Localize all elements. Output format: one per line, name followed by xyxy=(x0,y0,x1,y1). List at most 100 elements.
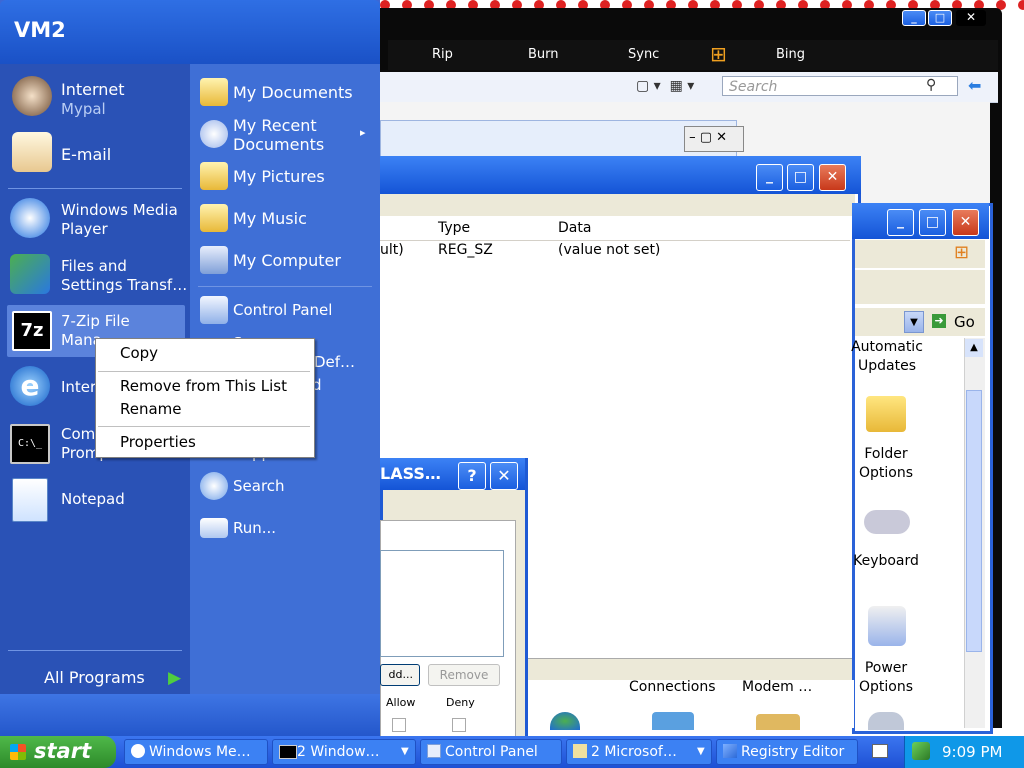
item-label[interactable]: Connections xyxy=(629,679,716,695)
recent-windows-media-player[interactable]: Windows Media Player xyxy=(0,192,190,244)
right-item-label: My Pictures xyxy=(233,167,325,186)
my-music[interactable]: My Music xyxy=(190,200,380,238)
add-button[interactable]: dd... xyxy=(380,664,420,686)
scroll-thumb[interactable] xyxy=(966,390,982,652)
control-panel-icon xyxy=(427,744,441,758)
recent-label: 7-Zip File xyxy=(61,312,130,330)
allow-checkbox[interactable] xyxy=(392,718,406,732)
deny-header: Deny xyxy=(446,696,475,709)
quick-launch-icon[interactable] xyxy=(872,744,888,758)
transfer-icon xyxy=(10,254,50,294)
right-item-label: Documents xyxy=(233,135,325,154)
maximize-button[interactable]: □ xyxy=(787,164,814,191)
right-item-label: Run... xyxy=(233,519,277,537)
back-arrow-icon[interactable]: ⬅ xyxy=(968,76,981,95)
go-button[interactable]: Go xyxy=(954,313,975,331)
taskbar-button-windows-group[interactable]: 2 Window… ▼ xyxy=(272,739,416,765)
run-link[interactable]: Run... xyxy=(190,512,380,548)
search-icon[interactable]: ⚲ xyxy=(926,77,936,93)
registry-editor-icon xyxy=(723,744,737,758)
menu-item-copy[interactable]: Copy xyxy=(120,344,158,362)
close-button[interactable]: ✕ xyxy=(490,462,518,490)
recent-documents-icon xyxy=(200,120,228,148)
my-recent-documents[interactable]: My Recent Documents ▸ xyxy=(190,114,380,158)
nav-burn[interactable]: Burn xyxy=(528,47,559,62)
network-tray-icon[interactable] xyxy=(912,742,930,760)
clock[interactable]: 9:09 PM xyxy=(942,743,1002,761)
nav-rip[interactable]: Rip xyxy=(432,47,453,62)
registry-value-name: ult) xyxy=(380,242,404,258)
scroll-up-button[interactable]: ▲ xyxy=(965,339,983,357)
registry-row[interactable]: ult) REG_SZ (value not set) xyxy=(380,242,850,262)
my-computer[interactable]: My Computer xyxy=(190,242,380,280)
control-panel-item[interactable]: Automatic Updates xyxy=(847,338,927,376)
taskbar-button-control-panel[interactable]: Control Panel xyxy=(420,739,562,765)
chevron-down-icon: ▼ xyxy=(401,746,409,757)
search-input[interactable]: Search xyxy=(722,76,958,96)
close-button[interactable]: ✕ xyxy=(952,209,979,236)
raccoon-browser-icon xyxy=(12,76,52,116)
menu-item-properties[interactable]: Properties xyxy=(120,433,196,451)
recent-notepad[interactable]: Notepad xyxy=(0,474,190,526)
nav-sync[interactable]: Sync xyxy=(628,47,659,62)
recent-label: Settings Transf… xyxy=(61,276,188,294)
remove-button[interactable]: Remove xyxy=(428,664,500,686)
separator xyxy=(8,650,182,651)
registry-value-data: (value not set) xyxy=(558,242,661,258)
media-player-nav: Rip Burn Sync ⊞ Bing xyxy=(388,40,998,70)
maximize-button[interactable]: □ xyxy=(919,209,946,236)
help-button[interactable]: ? xyxy=(458,462,486,490)
control-panel-item[interactable]: Power Options xyxy=(846,659,926,697)
registry-menubar xyxy=(380,194,855,216)
control-panel-item[interactable]: Keyboard xyxy=(846,552,926,571)
minimize-button[interactable]: _ xyxy=(756,164,783,191)
column-type[interactable]: Type xyxy=(438,220,470,236)
pinned-email[interactable]: E-mail xyxy=(0,128,190,180)
close-button[interactable]: ✕ xyxy=(819,164,846,191)
chevron-down-icon[interactable]: ▼ xyxy=(904,311,924,333)
menu-item-rename[interactable]: Rename xyxy=(120,400,182,418)
column-data[interactable]: Data xyxy=(558,220,591,236)
nav-bing[interactable]: Bing xyxy=(776,47,805,62)
maximize-button[interactable]: □ xyxy=(928,10,952,26)
all-programs-button[interactable]: All Programs ▶ xyxy=(44,666,184,690)
my-pictures[interactable]: My Pictures xyxy=(190,158,380,196)
my-documents[interactable]: My Documents xyxy=(190,74,380,112)
dialog-title: LASS… xyxy=(380,464,441,483)
user-list[interactable] xyxy=(380,550,504,657)
search-link[interactable]: Search xyxy=(190,470,380,506)
recent-label: Notepad xyxy=(61,490,125,508)
pinned-internet[interactable]: Internet Mypal xyxy=(0,70,190,122)
minimize-button[interactable]: _ xyxy=(887,209,914,236)
taskbar-button-media-player[interactable]: Windows Me… xyxy=(124,739,268,765)
view-options-icon[interactable]: ▢ ▾ ▦ ▾ xyxy=(636,78,694,94)
control-panel-link[interactable]: Control Panel xyxy=(190,292,380,328)
item-label: Automatic xyxy=(851,339,923,355)
taskbar-label: 2 Window… xyxy=(297,744,380,760)
chevron-down-icon: ▼ xyxy=(697,746,705,757)
go-arrow-icon[interactable]: ➜ xyxy=(932,314,946,328)
taskbar-button-microsoft-group[interactable]: 2 Microsof… ▼ xyxy=(566,739,712,765)
folder-documents-icon xyxy=(200,78,228,106)
menu-item-remove[interactable]: Remove from This List xyxy=(120,377,287,395)
recent-files-settings-transfer[interactable]: Files and Settings Transf… xyxy=(0,248,190,300)
registry-value-type: REG_SZ xyxy=(438,242,493,258)
folder-options-icon xyxy=(866,396,906,432)
background-window-controls[interactable]: – ▢ ✕ xyxy=(684,126,744,152)
start-button[interactable]: start xyxy=(0,736,116,768)
taskbar-button-registry-editor[interactable]: Registry Editor xyxy=(716,739,858,765)
close-button[interactable]: ✕ xyxy=(956,10,986,26)
all-programs-label: All Programs xyxy=(44,668,145,687)
separator xyxy=(8,188,182,189)
right-item-label: My Recent xyxy=(233,116,317,135)
context-menu: Copy Remove from This List Rename Proper… xyxy=(95,338,315,458)
recent-label: Windows Media xyxy=(61,201,178,219)
power-options-icon xyxy=(868,606,906,646)
right-item-label: My Documents xyxy=(233,83,353,102)
control-panel-item[interactable]: Folder Options xyxy=(846,445,926,483)
deny-checkbox[interactable] xyxy=(452,718,466,732)
item-label[interactable]: Modem … xyxy=(742,679,812,695)
minimize-button[interactable]: _ xyxy=(902,10,926,26)
separator xyxy=(198,286,372,287)
taskbar-label: Control Panel xyxy=(445,744,538,760)
